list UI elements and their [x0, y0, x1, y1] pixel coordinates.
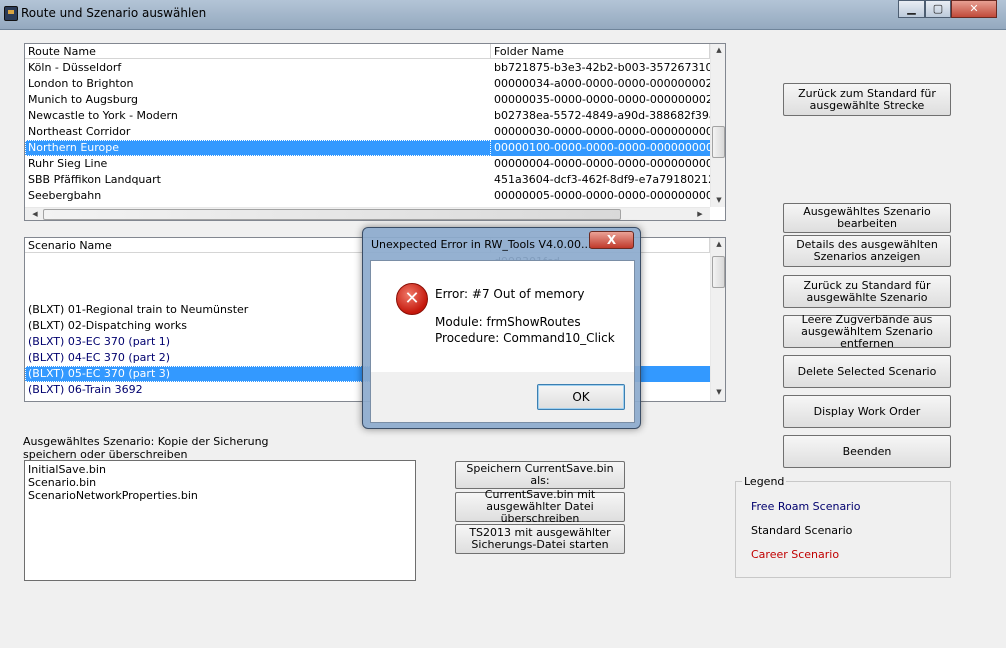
- route-row[interactable]: Munich to Augsburg 00000035-0000-0000-000…: [25, 92, 710, 108]
- error-procedure: Procedure: Command10_Click: [435, 331, 615, 345]
- start-ts2013-button[interactable]: TS2013 mit ausgewählter Sicherungs-Datei…: [455, 524, 625, 554]
- error-module: Module: frmShowRoutes: [435, 315, 581, 329]
- folder-name-cell: b02738ea-5572-4849-a90d-388682f39ab2: [494, 109, 710, 122]
- route-list[interactable]: Route Name Folder Name Köln - Düsseldorf…: [24, 43, 726, 221]
- close-icon: X: [606, 233, 617, 247]
- backup-file-list[interactable]: InitialSave.bin Scenario.bin ScenarioNetwo…: [24, 460, 416, 581]
- route-hscroll-thumb[interactable]: [43, 209, 621, 220]
- minimize-button[interactable]: ▁: [898, 0, 925, 18]
- route-name-cell: Northern Europe: [25, 140, 491, 156]
- delete-scenario-button[interactable]: Delete Selected Scenario: [783, 355, 951, 388]
- route-name-cell: Munich to Augsburg: [28, 93, 139, 106]
- scenario-list-vscroll[interactable]: ▲ ▼: [710, 238, 725, 401]
- route-vscroll-thumb[interactable]: [712, 126, 725, 158]
- legend-free-roam: Free Roam Scenario: [751, 500, 861, 513]
- maximize-icon: ▢: [932, 2, 944, 15]
- backup-file-item[interactable]: ScenarioNetworkProperties.bin: [28, 489, 412, 502]
- route-name-cell: Northeast Corridor: [28, 125, 131, 138]
- route-row[interactable]: Northeast Corridor 00000030-0000-0000-000…: [25, 124, 710, 140]
- error-icon: ✕: [396, 283, 428, 315]
- dialog-message-area: ✕ Error: #7 Out of memory Module: frmSho…: [371, 261, 634, 372]
- scroll-up-icon[interactable]: ▲: [711, 46, 725, 54]
- scroll-down-icon[interactable]: ▼: [711, 196, 725, 204]
- folder-name-cell: bb721875-b3e3-42b2-b003-3572673106c9: [494, 61, 710, 74]
- close-window-button[interactable]: ✕: [951, 0, 997, 18]
- legend-group: Legend Free Roam Scenario Standard Scena…: [735, 475, 951, 578]
- folder-name-cell: 00000035-0000-0000-0000-000000002012: [494, 93, 710, 106]
- dialog-title: Unexpected Error in RW_Tools V4.0.00...: [371, 238, 592, 251]
- backup-label: Ausgewähltes Szenario: Kopie der Sicheru…: [23, 435, 269, 461]
- route-name-cell: SBB Pfäffikon Landquart: [28, 173, 161, 186]
- legend-career: Career Scenario: [751, 548, 840, 561]
- backup-file-item[interactable]: InitialSave.bin: [28, 463, 412, 476]
- title-bar[interactable]: Route und Szenario auswählen ▁ ▢ ✕: [0, 0, 1006, 30]
- close-icon: ✕: [969, 2, 979, 15]
- folder-name-cell: 00000034-a000-0000-0000-000000002012: [494, 77, 710, 90]
- reset-route-button[interactable]: Zurück zum Standard für ausgewählte Stre…: [783, 83, 951, 116]
- overwrite-current-button[interactable]: CurrentSave.bin mit ausgewählter Datei ü…: [455, 489, 625, 525]
- folder-name-cell: 00000005-0000-0000-0000-000000000000: [494, 189, 710, 202]
- folder-name-cell: 00000004-0000-0000-0000-000000000000: [494, 157, 710, 170]
- ok-button[interactable]: OK: [537, 384, 625, 410]
- route-name-cell: London to Brighton: [28, 77, 134, 90]
- legend-title: Legend: [742, 475, 787, 488]
- dialog-body: ✕ Error: #7 Out of memory Module: frmSho…: [370, 260, 635, 423]
- route-name-header[interactable]: Route Name: [25, 44, 491, 59]
- folder-name-header[interactable]: Folder Name: [491, 44, 710, 59]
- route-row[interactable]: Newcastle to York - Modern b02738ea-5572-…: [25, 108, 710, 124]
- maximize-button[interactable]: ▢: [925, 0, 951, 18]
- legend-standard: Standard Scenario: [751, 524, 853, 537]
- route-name-cell: Köln - Düsseldorf: [28, 61, 122, 74]
- clear-consists-button[interactable]: Leere Zugverbände aus ausgewähltem Szena…: [783, 313, 951, 349]
- minimize-icon: ▁: [907, 2, 916, 15]
- scenario-vscroll-thumb[interactable]: [712, 256, 725, 288]
- backup-file-item[interactable]: Scenario.bin: [28, 476, 412, 489]
- route-name-cell: Seebergbahn: [28, 189, 102, 202]
- route-list-vscroll[interactable]: ▲ ▼: [710, 44, 725, 207]
- details-scenario-button[interactable]: Details des ausgewählten Szenarios anzei…: [783, 235, 951, 267]
- window-title: Route und Szenario auswählen: [21, 6, 207, 20]
- quit-button[interactable]: Beenden: [783, 435, 951, 468]
- route-name-cell: Newcastle to York - Modern: [28, 109, 178, 122]
- route-row[interactable]: London to Brighton 00000034-a000-0000-000…: [25, 76, 710, 92]
- edit-scenario-button[interactable]: Ausgewähltes Szenario bearbeiten: [783, 203, 951, 233]
- folder-name-cell: 00000030-0000-0000-0000-000000000000: [494, 125, 710, 138]
- folder-name-cell: 00000100-0000-0000-0000-000000000000: [491, 140, 710, 156]
- route-row[interactable]: Seebergbahn 00000005-0000-0000-0000-00000…: [25, 188, 710, 204]
- route-list-hscroll[interactable]: ◀ ▶: [25, 207, 710, 220]
- route-row[interactable]: Ruhr Sieg Line 00000004-0000-0000-0000-00…: [25, 156, 710, 172]
- app-icon: [4, 6, 18, 21]
- scroll-down-icon[interactable]: ▼: [711, 388, 725, 396]
- route-row[interactable]: Köln - Düsseldorf bb721875-b3e3-42b2-b003…: [25, 60, 710, 76]
- error-dialog[interactable]: Unexpected Error in RW_Tools V4.0.00... …: [362, 227, 641, 429]
- reset-scenario-button[interactable]: Zurück zu Standard für ausgewählte Szena…: [783, 275, 951, 308]
- route-row[interactable]: SBB Pfäffikon Landquart 451a3604-dcf3-462…: [25, 172, 710, 188]
- save-current-button[interactable]: Speichern CurrentSave.bin als:: [455, 461, 625, 489]
- folder-name-cell: 451a3604-dcf3-462f-8df9-e7a79180212b: [494, 173, 710, 186]
- error-message: Error: #7 Out of memory: [435, 287, 585, 301]
- dialog-close-button[interactable]: X: [589, 231, 634, 249]
- work-order-button[interactable]: Display Work Order: [783, 395, 951, 428]
- scroll-up-icon[interactable]: ▲: [711, 240, 725, 248]
- scroll-right-icon[interactable]: ▶: [692, 210, 708, 218]
- route-name-cell: Ruhr Sieg Line: [28, 157, 108, 170]
- route-row[interactable]: Northern Europe 00000100-0000-0000-0000-0…: [25, 140, 710, 156]
- scroll-left-icon[interactable]: ◀: [27, 210, 43, 218]
